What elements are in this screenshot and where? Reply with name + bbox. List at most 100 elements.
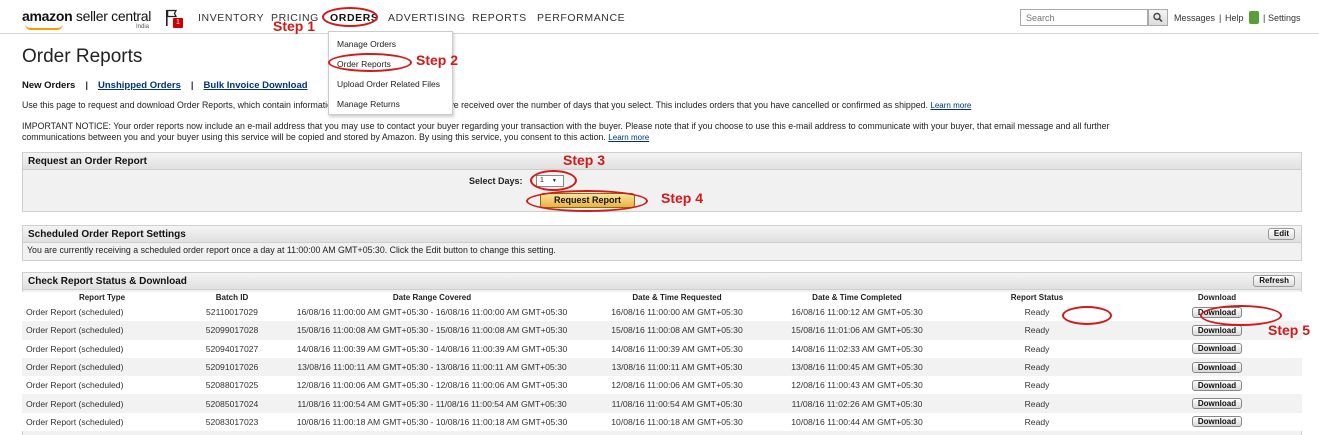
download-button[interactable]: Download — [1191, 324, 1243, 336]
batch-id-cell: 52091017026 — [182, 357, 282, 377]
nav-performance[interactable]: PERFORMANCE — [537, 12, 625, 24]
subnav-separator: | — [190, 80, 194, 91]
step-3-label: Step 3 — [563, 152, 606, 168]
table-header-row: Report Type Batch ID Date Range Covered … — [22, 292, 1302, 303]
date-range-cell: 16/08/16 11:00:00 AM GMT+05:30 - 16/08/1… — [282, 303, 582, 322]
status-cell: Ready — [942, 339, 1132, 358]
logo-text: amazon seller central — [22, 8, 152, 24]
download-cell: Download — [1132, 394, 1302, 413]
table-row: Order Report (scheduled) 52083017023 10/… — [22, 412, 1302, 432]
subnav-separator: | — [85, 80, 88, 91]
completed-cell: 10/08/16 11:00:44 AM GMT+05:30 — [772, 412, 942, 432]
completed-cell: 13/08/16 11:00:45 AM GMT+05:30 — [772, 357, 942, 377]
requested-cell: 12/08/16 11:00:06 AM GMT+05:30 — [582, 376, 772, 395]
completed-cell: 15/08/16 11:01:06 AM GMT+05:30 — [772, 321, 942, 340]
annotation-ring-order-reports — [328, 53, 412, 72]
batch-id-cell: 52085017024 — [182, 394, 282, 413]
top-separator: | — [1219, 13, 1222, 23]
column-header: Report Type — [22, 292, 182, 303]
status-cell: Ready — [942, 412, 1132, 432]
download-button[interactable]: Download — [1191, 416, 1243, 428]
report-type-cell: Order Report (scheduled) — [22, 376, 182, 395]
subnav-new-orders[interactable]: New Orders — [22, 80, 75, 91]
menu-item-upload-order-files[interactable]: Upload Order Related Files — [337, 79, 440, 89]
requested-cell: 16/08/16 11:00:00 AM GMT+05:30 — [582, 303, 772, 322]
scheduled-message: You are currently receiving a scheduled … — [27, 245, 556, 255]
annotation-ring-select-days — [530, 170, 577, 191]
nav-reports[interactable]: REPORTS — [472, 12, 527, 24]
report-type-cell: Order Report (scheduled) — [22, 303, 182, 322]
notice-line-1: IMPORTANT NOTICE: Your order reports now… — [22, 121, 1110, 131]
batch-id-cell: 52083017023 — [182, 412, 282, 432]
column-header: Download — [1132, 292, 1302, 303]
important-notice: IMPORTANT NOTICE: Your order reports now… — [22, 121, 1312, 143]
logo-region: India — [136, 24, 150, 30]
step-1-label: Step 1 — [273, 18, 316, 34]
section-title-text: Scheduled Order Report Settings — [28, 229, 186, 240]
top-separator: | — [1263, 13, 1266, 23]
search-icon — [1153, 12, 1163, 23]
column-header: Batch ID — [182, 292, 282, 303]
requested-cell: 14/08/16 11:00:39 AM GMT+05:30 — [582, 339, 772, 358]
completed-cell: 14/08/16 11:02:33 AM GMT+05:30 — [772, 339, 942, 358]
annotation-ring-request-report — [526, 190, 648, 212]
refresh-button[interactable]: Refresh — [1253, 275, 1295, 287]
download-button[interactable]: Download — [1191, 343, 1243, 355]
status-cell: Ready — [942, 376, 1132, 395]
table-row: Order Report (scheduled) 52088017025 12/… — [22, 376, 1302, 395]
edit-button[interactable]: Edit — [1267, 228, 1295, 240]
subnav-unshipped-orders[interactable]: Unshipped Orders — [98, 80, 181, 91]
step-4-label: Step 4 — [661, 190, 704, 206]
date-range-cell: 10/08/16 11:00:18 AM GMT+05:30 - 10/08/1… — [282, 412, 582, 432]
learn-more-link[interactable]: Learn more — [930, 101, 971, 110]
section-title: Request an Order Report — [23, 153, 1301, 170]
batch-id-cell: 52094017027 — [182, 339, 282, 358]
date-range-cell: 13/08/16 11:00:11 AM GMT+05:30 - 13/08/1… — [282, 357, 582, 377]
report-type-cell: Order Report (scheduled) — [22, 339, 182, 358]
batch-id-cell: 52110017029 — [182, 303, 282, 322]
scheduled-settings-section: Scheduled Order Report Settings Edit You… — [22, 225, 1302, 261]
date-range-cell: 12/08/16 11:00:06 AM GMT+05:30 - 12/08/1… — [282, 376, 582, 395]
download-button[interactable]: Download — [1191, 361, 1243, 373]
section-title-text: Check Report Status & Download — [28, 276, 187, 287]
completed-cell: 16/08/16 11:00:12 AM GMT+05:30 — [772, 303, 942, 322]
settings-link[interactable]: Settings — [1268, 13, 1301, 23]
column-header: Date & Time Completed — [772, 292, 942, 303]
nav-advertising[interactable]: ADVERTISING — [388, 12, 466, 24]
help-link[interactable]: Help — [1225, 13, 1244, 23]
notification-badge: 1 — [173, 18, 183, 28]
search-button[interactable] — [1148, 9, 1168, 26]
download-button[interactable]: Download — [1191, 379, 1243, 391]
intro-text: Use this page to request and download Or… — [22, 100, 1302, 111]
completed-cell: 11/08/16 11:02:26 AM GMT+05:30 — [772, 394, 942, 413]
table-row: Order Report (scheduled) 52094017027 14/… — [22, 339, 1302, 358]
requested-cell: 13/08/16 11:00:11 AM GMT+05:30 — [582, 357, 772, 377]
intro-text-body: Use this page to request and download Or… — [22, 100, 928, 110]
download-cell: Download — [1132, 339, 1302, 358]
search-input[interactable] — [1020, 9, 1148, 26]
requested-cell: 10/08/16 11:00:18 AM GMT+05:30 — [582, 412, 772, 432]
menu-item-manage-returns[interactable]: Manage Returns — [337, 99, 400, 109]
subnav-bulk-invoice-download[interactable]: Bulk Invoice Download — [204, 80, 308, 91]
requested-cell: 11/08/16 11:00:54 AM GMT+05:30 — [582, 394, 772, 413]
menu-item-manage-orders[interactable]: Manage Orders — [337, 39, 396, 49]
seller-central-logo[interactable]: amazon seller central India — [22, 8, 152, 30]
subnav: New Orders | Unshipped Orders | Bulk Invoice… — [22, 80, 308, 91]
download-button[interactable]: Download — [1191, 398, 1243, 410]
nav-inventory[interactable]: INVENTORY — [198, 12, 264, 24]
batch-id-cell: 52088017025 — [182, 376, 282, 395]
completed-cell: 12/08/16 11:00:43 AM GMT+05:30 — [772, 376, 942, 395]
column-header: Date & Time Requested — [582, 292, 772, 303]
column-header: Report Status — [942, 292, 1132, 303]
help-icon[interactable] — [1249, 11, 1259, 24]
annotation-ring-ready-status — [1062, 306, 1112, 325]
messages-link[interactable]: Messages — [1174, 13, 1215, 23]
download-cell: Download — [1132, 412, 1302, 432]
date-range-cell: 11/08/16 11:00:54 AM GMT+05:30 - 11/08/1… — [282, 394, 582, 413]
requested-cell: 15/08/16 11:00:08 AM GMT+05:30 — [582, 321, 772, 340]
top-navigation-bar: amazon seller central India 1 INVENTORY … — [0, 0, 1319, 34]
report-type-cell: Order Report (scheduled) — [22, 357, 182, 377]
table-row: Order Report (scheduled) 52099017028 15/… — [22, 321, 1302, 340]
step-2-label: Step 2 — [416, 52, 459, 68]
learn-more-link[interactable]: Learn more — [608, 133, 649, 142]
